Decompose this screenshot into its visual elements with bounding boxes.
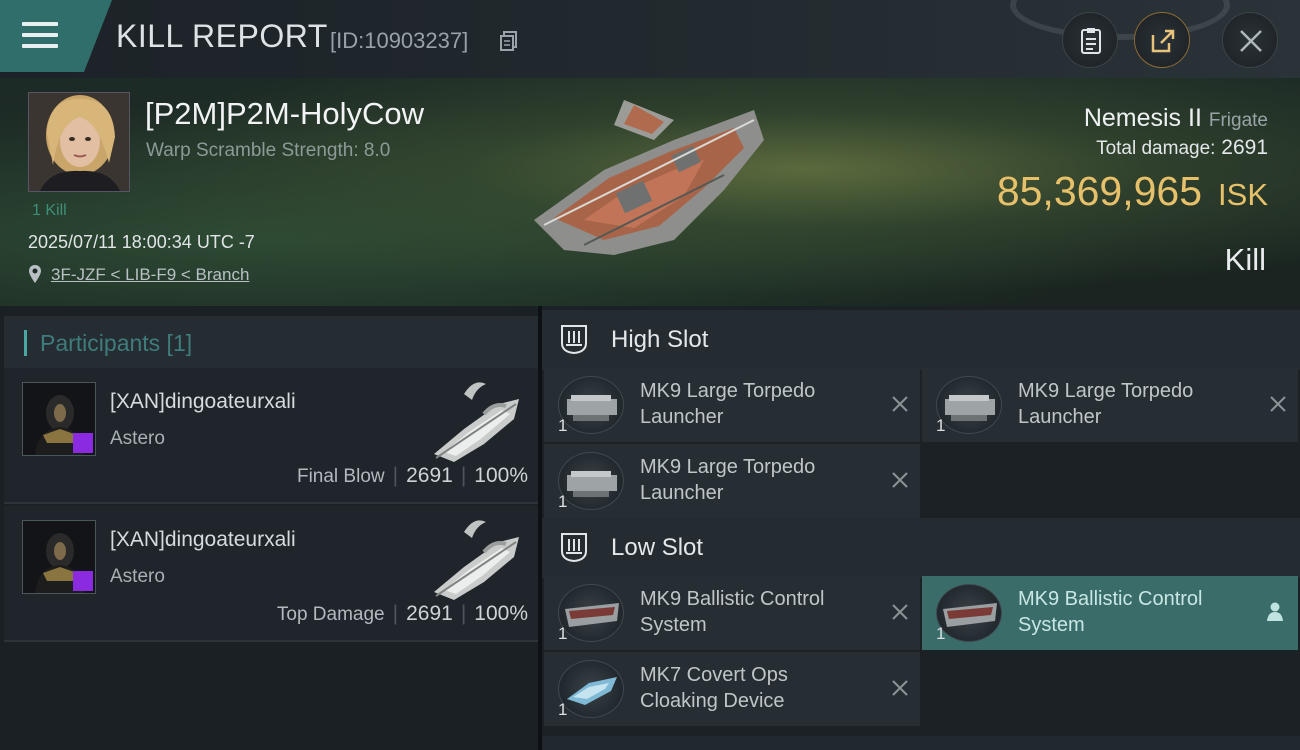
ship-class: Frigate: [1208, 110, 1268, 131]
location-pin-icon: [29, 265, 41, 283]
module-item-dropped[interactable]: 1 MK9 Ballistic Control System: [922, 576, 1298, 650]
cloaking-device-icon: [558, 660, 624, 718]
ship-name-text: Nemesis II: [1083, 104, 1202, 132]
participant-percent: 100%: [474, 464, 528, 487]
module-item[interactable]: 1 MK9 Large Torpedo Launcher: [544, 368, 920, 442]
warp-scramble-strength: Warp Scramble Strength: 8.0: [146, 140, 391, 161]
participant-percent: 100%: [474, 602, 528, 625]
kill-datetime: 2025/07/11 18:00:34 UTC -7: [28, 232, 255, 252]
isk-unit: ISK: [1218, 177, 1268, 212]
participant-row[interactable]: [XAN]dingoateurxali Astero Final Blow | 26…: [4, 368, 538, 504]
destroyed-icon: [892, 680, 908, 696]
module-item[interactable]: 1 MK9 Large Torpedo Launcher: [544, 444, 920, 518]
module-quantity: 1: [936, 624, 946, 643]
module-name: MK9 Large Torpedo Launcher: [640, 380, 816, 428]
victim-ship-name: Nemesis II Frigate: [1084, 104, 1268, 133]
copy-icon[interactable]: [500, 31, 518, 51]
participant-avatar[interactable]: [22, 382, 96, 456]
module-quantity: 1: [936, 416, 946, 435]
module-name: MK9 Large Torpedo Launcher: [640, 456, 816, 504]
participant-ship-image[interactable]: [424, 374, 528, 464]
kill-type: Kill: [1224, 242, 1266, 277]
victim-panel: [P2M]P2M-HolyCow Warp Scramble Strength:…: [0, 78, 1300, 306]
module-name: MK9 Ballistic Control System: [1018, 588, 1203, 636]
high-slot-header: High Slot: [542, 310, 1300, 370]
participants-panel: Participants [1] [XAN]dingoateurxali Ast…: [0, 306, 538, 750]
participant-damage: 2691: [406, 464, 453, 487]
participant-stats: Top Damage | 2691 | 100%: [276, 602, 528, 625]
header-decoration: [1010, 0, 1230, 40]
participant-role: Top Damage: [276, 604, 385, 625]
module-name: MK9 Large Torpedo Launcher: [1018, 380, 1194, 428]
page-title: KILL REPORT: [116, 18, 328, 54]
share-button[interactable]: [1134, 12, 1190, 68]
module-quantity: 1: [558, 492, 568, 511]
clipboard-icon: [1081, 28, 1101, 54]
participants-title: Participants [1]: [40, 330, 193, 356]
close-button[interactable]: [1222, 12, 1278, 68]
total-damage: Total damage: 2691: [1096, 136, 1268, 160]
module-quantity: 1: [558, 700, 568, 719]
participant-avatar[interactable]: [22, 520, 96, 594]
participant-role: Final Blow: [296, 466, 385, 487]
user-icon: [1267, 602, 1283, 621]
participant-damage: 2691: [406, 602, 453, 625]
location-link[interactable]: 3F-JZF < LIB-F9 < Branch: [51, 265, 249, 285]
ballistic-control-icon: [936, 584, 1002, 642]
top-bar: KILL REPORT [ID:10903237]: [0, 0, 1300, 78]
participants-header[interactable]: Participants [1]: [4, 316, 538, 370]
destroyed-icon: [892, 396, 908, 412]
victim-avatar[interactable]: [28, 92, 130, 192]
participant-badge: [73, 433, 93, 453]
close-icon: [1240, 30, 1262, 52]
participant-name[interactable]: [XAN]dingoateurxali: [110, 390, 296, 414]
total-damage-label: Total damage:: [1096, 138, 1216, 159]
destroyed-icon: [892, 472, 908, 488]
isk-value: 85,369,965 ISK: [997, 168, 1268, 215]
module-name: MK9 Ballistic Control System: [640, 588, 825, 636]
module-item[interactable]: 1 MK9 Ballistic Control System: [544, 576, 920, 650]
victim-ship-image[interactable]: [524, 100, 772, 260]
module-quantity: 1: [558, 416, 568, 435]
header-accent-bar: [24, 330, 27, 356]
destroyed-icon: [892, 604, 908, 620]
participant-stats: Final Blow | 2691 | 100%: [296, 464, 528, 487]
fitting-panel: High Slot 1 MK9 Large Torpedo Launcher 1 …: [542, 306, 1300, 750]
high-slot-title: High Slot: [611, 326, 709, 353]
isk-amount: 85,369,965: [996, 168, 1203, 214]
low-slot-icon: [561, 533, 587, 563]
participant-ship-image[interactable]: [424, 512, 528, 602]
low-slot-header: Low Slot: [542, 518, 1300, 578]
menu-button[interactable]: [0, 0, 112, 72]
torpedo-launcher-icon: [558, 376, 624, 434]
low-slot-title: Low Slot: [611, 534, 704, 561]
module-item[interactable]: 1 MK7 Covert Ops Cloaking Device: [544, 652, 920, 726]
total-damage-value: 2691: [1221, 136, 1268, 159]
module-name: MK7 Covert Ops Cloaking Device: [640, 664, 788, 712]
module-quantity: 1: [558, 624, 568, 643]
victim-name[interactable]: [P2M]P2M-HolyCow: [145, 96, 424, 132]
kill-count: 1 Kill: [32, 202, 67, 219]
ballistic-control-icon: [558, 584, 624, 642]
participant-badge: [73, 571, 93, 591]
torpedo-launcher-icon: [558, 452, 624, 510]
share-icon: [1151, 29, 1175, 53]
participant-row[interactable]: [XAN]dingoateurxali Astero Top Damage | 26…: [4, 506, 538, 642]
torpedo-launcher-icon: [936, 376, 1002, 434]
participant-ship: Astero: [110, 566, 165, 587]
destroyed-icon: [1270, 396, 1286, 412]
next-section-peek: [542, 736, 1300, 750]
participant-name[interactable]: [XAN]dingoateurxali: [110, 528, 296, 552]
menu-icon: [22, 22, 58, 50]
clipboard-button[interactable]: [1062, 12, 1118, 68]
module-item[interactable]: 1 MK9 Large Torpedo Launcher: [922, 368, 1298, 442]
report-id: [ID:10903237]: [330, 28, 469, 53]
high-slot-icon: [561, 325, 587, 355]
participant-ship: Astero: [110, 428, 165, 449]
